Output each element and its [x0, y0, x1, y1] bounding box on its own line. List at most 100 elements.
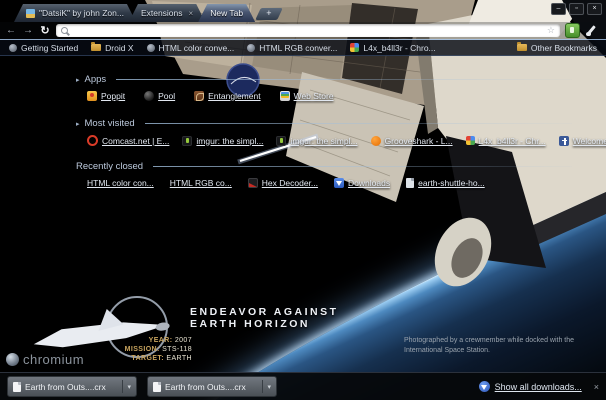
tab-title: "DatsiK" by john Zon...	[39, 8, 124, 18]
section-divider	[116, 79, 572, 80]
section-header-apps[interactable]: ▸ Apps	[76, 74, 572, 85]
chromium-wordmark: chromium	[6, 352, 84, 367]
maximize-button[interactable]: ▫	[569, 3, 584, 15]
file-icon	[153, 381, 161, 392]
theme-title: ENDEAVOR AGAINST EARTH HORIZON	[190, 306, 339, 330]
back-button[interactable]: ←	[5, 25, 17, 37]
titlebar: "DatsiK" by john Zon... Extensions × New…	[0, 0, 606, 22]
close-downloads-bar-icon[interactable]: ×	[594, 382, 599, 392]
facebook-icon	[558, 135, 569, 146]
tab-extensions[interactable]: Extensions ×	[129, 4, 205, 22]
colored-quad-icon	[465, 136, 475, 145]
bookmark-html-rgb[interactable]: HTML RGB conver...	[247, 43, 337, 53]
bookmark-l4x[interactable]: L4x_b4ll3r - Chro...	[350, 43, 436, 53]
omnibox[interactable]: ☆	[56, 24, 560, 37]
recently-closed-hex-decoder[interactable]: Hex Decoder...	[247, 178, 318, 188]
image-favicon-icon	[26, 9, 35, 18]
download-item-2[interactable]: Earth from Outs....crx ▾	[147, 376, 277, 397]
most-visited-grooveshark[interactable]: Grooveshark - L...	[370, 135, 453, 146]
collapse-arrow-icon[interactable]: ▸	[76, 76, 80, 84]
globe-icon	[9, 43, 17, 52]
divider	[122, 380, 124, 393]
show-all-downloads: Show all downloads... ×	[478, 381, 599, 392]
download-filename: Earth from Outs....crx	[25, 381, 106, 392]
minimize-button[interactable]: –	[551, 3, 566, 15]
downloads-bar: Earth from Outs....crx ▾ Earth from Outs…	[0, 372, 606, 400]
pool-ball-icon	[144, 91, 155, 101]
forward-button[interactable]: →	[22, 25, 34, 37]
bookmark-star-icon[interactable]: ☆	[547, 24, 555, 37]
bookmarks-bar: Getting Started Droid X HTML color conve…	[0, 40, 606, 56]
download-item-1[interactable]: Earth from Outs....crx ▾	[7, 376, 137, 397]
section-divider	[144, 123, 572, 124]
most-visited-imgur-1[interactable]: imgur: the simpl...	[182, 135, 263, 146]
apps-row: Poppit Pool Entanglement Web Store	[87, 91, 572, 101]
recently-closed-earth-shuttle[interactable]: earth-shuttle-ho...	[406, 178, 485, 188]
file-icon	[13, 381, 21, 392]
stat-year: YEAR: 2007	[148, 337, 192, 344]
browser-window: "DatsiK" by john Zon... Extensions × New…	[0, 0, 606, 400]
folder-icon	[516, 42, 527, 51]
window-controls: – ▫ ×	[551, 3, 602, 15]
tab-datsik[interactable]: "DatsiK" by john Zon...	[14, 4, 136, 22]
bookmark-folder-droid-x[interactable]: Droid X	[91, 42, 134, 53]
app-poppit[interactable]: Poppit	[87, 91, 125, 101]
recently-closed-html-rgb[interactable]: HTML RGB co...	[170, 178, 232, 188]
section-title: Most visited	[84, 118, 135, 129]
other-bookmarks-button[interactable]: Other Bookmarks	[516, 42, 597, 53]
most-visited-imgur-2[interactable]: imgur: the simpl...	[276, 135, 358, 146]
collapse-arrow-icon[interactable]: ▸	[76, 120, 80, 128]
app-web-store[interactable]: Web Store	[279, 91, 334, 101]
app-pool[interactable]: Pool	[144, 91, 175, 101]
colored-quad-icon	[350, 43, 360, 52]
poppit-icon	[87, 91, 97, 101]
search-icon	[61, 27, 68, 34]
recently-closed-downloads[interactable]: Downloads	[334, 178, 390, 188]
tab-title: Extensions	[140, 8, 183, 18]
webstore-icon	[279, 91, 290, 101]
grooveshark-icon	[370, 135, 381, 146]
chromium-logo-icon	[6, 353, 19, 366]
app-entanglement[interactable]: Entanglement	[194, 91, 261, 101]
recently-closed-row: HTML color con... HTML RGB co... Hex Dec…	[87, 178, 572, 188]
new-tab-page: ▸ Apps Poppit Pool Entanglement Web Stor…	[0, 55, 606, 188]
most-visited-comcast[interactable]: Comcast.net | E...	[87, 135, 169, 146]
section-header-recently-closed[interactable]: Recently closed	[76, 161, 572, 172]
chevron-down-icon[interactable]: ▾	[267, 383, 271, 391]
imgur-icon	[276, 135, 287, 146]
page-icon	[406, 178, 415, 188]
section-title: Apps	[84, 74, 107, 85]
wrench-menu-icon[interactable]	[585, 24, 598, 37]
downloads-icon	[334, 178, 345, 188]
extension-action-icon[interactable]	[565, 23, 580, 38]
tab-strip: "DatsiK" by john Zon... Extensions × New…	[14, 4, 283, 22]
recently-closed-html-color[interactable]: HTML color con...	[87, 178, 154, 188]
photo-credit: Photographed by a crewmember while docke…	[404, 337, 575, 354]
tab-title: New Tab	[210, 8, 244, 18]
globe-icon	[247, 43, 256, 52]
section-header-most-visited[interactable]: ▸ Most visited	[76, 118, 572, 129]
tab-new-tab[interactable]: New Tab	[198, 4, 255, 22]
most-visited-l4x[interactable]: L4x_b4ll3r - Chr...	[465, 136, 546, 146]
bookmark-getting-started[interactable]: Getting Started	[9, 43, 78, 53]
divider	[262, 380, 264, 393]
reload-button[interactable]: ↻	[39, 25, 51, 37]
navigation-toolbar: ← → ↻ ☆	[0, 22, 606, 40]
imgur-icon	[182, 135, 193, 146]
section-title: Recently closed	[76, 161, 144, 172]
folder-icon	[91, 42, 102, 51]
show-all-downloads-link[interactable]: Show all downloads...	[495, 382, 582, 392]
tab-close-icon[interactable]: ×	[189, 9, 194, 18]
chevron-down-icon[interactable]: ▾	[127, 383, 131, 391]
globe-icon	[146, 43, 155, 52]
most-visited-facebook[interactable]: Welcome to Fa...	[558, 135, 606, 146]
most-visited-row: Comcast.net | E... imgur: the simpl... i…	[87, 135, 606, 146]
close-button[interactable]: ×	[587, 3, 602, 15]
bookmark-html-color[interactable]: HTML color conve...	[146, 43, 234, 53]
download-filename: Earth from Outs....crx	[165, 381, 246, 392]
omnibox-input[interactable]	[72, 24, 547, 37]
comcast-icon	[87, 135, 98, 146]
entanglement-icon	[194, 91, 205, 101]
new-tab-button[interactable]: +	[255, 8, 283, 20]
download-arrow-icon	[478, 381, 490, 392]
